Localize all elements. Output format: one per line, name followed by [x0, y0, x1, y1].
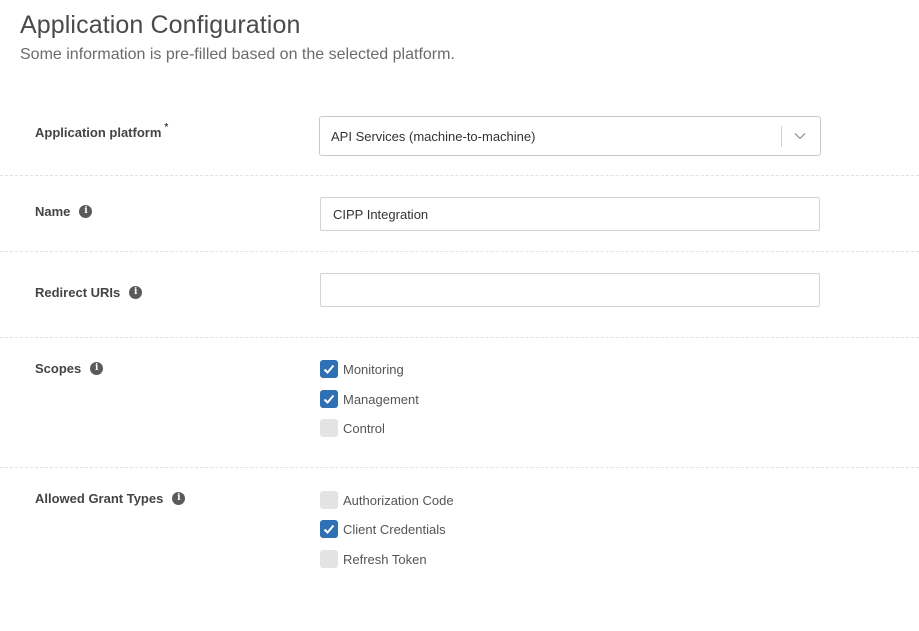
page-title: Application Configuration — [20, 11, 301, 39]
section-divider — [0, 337, 919, 338]
grant-refresh-token-option[interactable]: Refresh Token — [320, 550, 427, 568]
scope-management-option[interactable]: Management — [320, 390, 419, 408]
scope-monitoring-checkbox[interactable] — [320, 360, 338, 378]
redirect-uris-input[interactable] — [320, 273, 820, 307]
grant-client-credentials-checkbox[interactable] — [320, 520, 338, 538]
chevron-down-icon[interactable] — [793, 129, 807, 143]
info-icon[interactable]: i — [172, 492, 186, 505]
page-subtitle: Some information is pre-filled based on … — [20, 46, 455, 63]
platform-label-group: Application platform * — [35, 122, 169, 140]
grant-client-credentials-label: Client Credentials — [343, 521, 446, 537]
scope-monitoring-option[interactable]: Monitoring — [320, 360, 404, 378]
required-marker: * — [164, 122, 169, 133]
name-input[interactable] — [320, 197, 820, 231]
checkmark-icon — [323, 364, 335, 374]
info-icon[interactable]: i — [90, 362, 104, 375]
info-icon[interactable]: i — [79, 205, 93, 218]
scopes-label: Scopes — [35, 361, 82, 376]
grant-refresh-token-label: Refresh Token — [343, 551, 427, 567]
grant-authorization-code-checkbox[interactable] — [320, 491, 338, 509]
scopes-label-group: Scopes i — [35, 361, 104, 376]
scope-control-label: Control — [343, 420, 385, 436]
checkmark-icon — [323, 524, 335, 534]
scope-monitoring-label: Monitoring — [343, 361, 404, 377]
name-label-group: Name i — [35, 204, 93, 219]
platform-label: Application platform — [35, 125, 162, 140]
name-label: Name — [35, 204, 71, 219]
scope-management-label: Management — [343, 391, 419, 407]
grant-authorization-code-label: Authorization Code — [343, 492, 454, 508]
redirect-uris-label: Redirect URIs — [35, 285, 121, 300]
select-separator — [781, 126, 782, 147]
scope-control-option[interactable]: Control — [320, 419, 385, 437]
scope-management-checkbox[interactable] — [320, 390, 338, 408]
info-icon[interactable]: i — [129, 286, 143, 299]
section-divider — [0, 175, 919, 176]
grant-client-credentials-option[interactable]: Client Credentials — [320, 520, 446, 538]
checkmark-icon — [323, 394, 335, 404]
platform-select[interactable]: API Services (machine-to-machine) — [319, 116, 821, 156]
grant-authorization-code-option[interactable]: Authorization Code — [320, 491, 454, 509]
section-divider — [0, 251, 919, 252]
redirect-uris-label-group: Redirect URIs i — [35, 285, 143, 300]
grant-refresh-token-checkbox[interactable] — [320, 550, 338, 568]
section-divider — [0, 467, 919, 468]
platform-select-value: API Services (machine-to-machine) — [331, 129, 536, 144]
grant-types-label-group: Allowed Grant Types i — [35, 491, 186, 506]
scope-control-checkbox[interactable] — [320, 419, 338, 437]
grant-types-label: Allowed Grant Types — [35, 491, 164, 506]
